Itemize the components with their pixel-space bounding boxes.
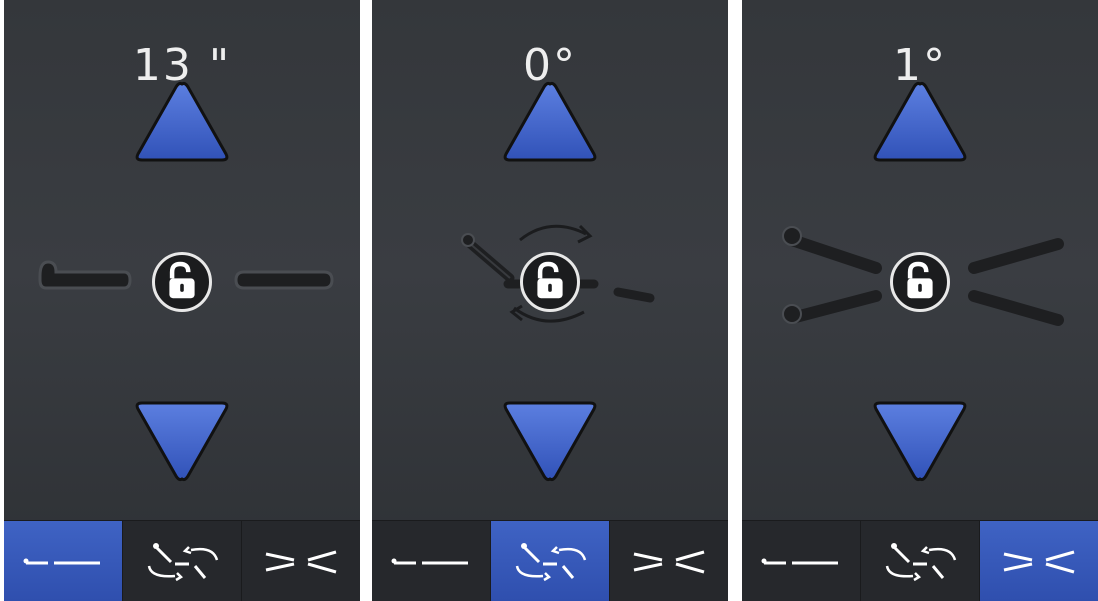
mode-tab-bar	[742, 520, 1098, 601]
decrease-button[interactable]	[500, 395, 600, 485]
flat-line-icon	[23, 558, 100, 565]
flat-mode-tab[interactable]	[372, 521, 491, 601]
triangle-up-icon	[873, 81, 967, 162]
converging-lines-icon	[1003, 550, 1075, 574]
rotate-mode-tab[interactable]	[491, 521, 610, 601]
mode-tab-bar	[372, 520, 728, 601]
control-panel-angle: 1°	[742, 0, 1098, 601]
lock-button[interactable]	[890, 252, 950, 312]
triangle-up-icon	[503, 81, 597, 162]
rotate-mode-tab[interactable]	[123, 521, 242, 601]
increase-button[interactable]	[132, 78, 232, 168]
triangle-down-icon	[503, 401, 597, 482]
flat-line-icon	[391, 558, 468, 565]
rotate-mode-tab[interactable]	[861, 521, 980, 601]
triangle-up-icon	[135, 81, 229, 162]
mode-tab-bar	[4, 520, 360, 601]
converging-lines-icon	[633, 550, 705, 574]
control-panel-height: 13 "	[4, 0, 360, 601]
increase-button[interactable]	[870, 78, 970, 168]
flat-mode-tab[interactable]	[4, 521, 123, 601]
increase-button[interactable]	[500, 78, 600, 168]
decrease-button[interactable]	[870, 395, 970, 485]
control-panel-rotation: 0°	[372, 0, 728, 601]
rotate-arrows-icon	[515, 543, 587, 582]
unlocked-padlock-icon	[169, 261, 195, 299]
bed-foot-segment	[234, 270, 334, 290]
lock-button[interactable]	[152, 252, 212, 312]
rotate-arrows-icon	[885, 543, 957, 582]
converging-lines-icon	[265, 550, 337, 574]
unlocked-padlock-icon	[907, 261, 933, 299]
angle-mode-tab[interactable]	[242, 521, 360, 601]
unlocked-padlock-icon	[537, 261, 563, 299]
triangle-down-icon	[873, 401, 967, 482]
rotate-arrows-icon	[147, 543, 219, 582]
lock-button[interactable]	[520, 252, 580, 312]
decrease-button[interactable]	[132, 395, 232, 485]
bed-head-segment	[38, 260, 132, 290]
flat-line-icon	[761, 558, 838, 565]
angle-mode-tab[interactable]	[610, 521, 728, 601]
angle-mode-tab[interactable]	[980, 521, 1098, 601]
flat-mode-tab[interactable]	[742, 521, 861, 601]
triangle-down-icon	[135, 401, 229, 482]
